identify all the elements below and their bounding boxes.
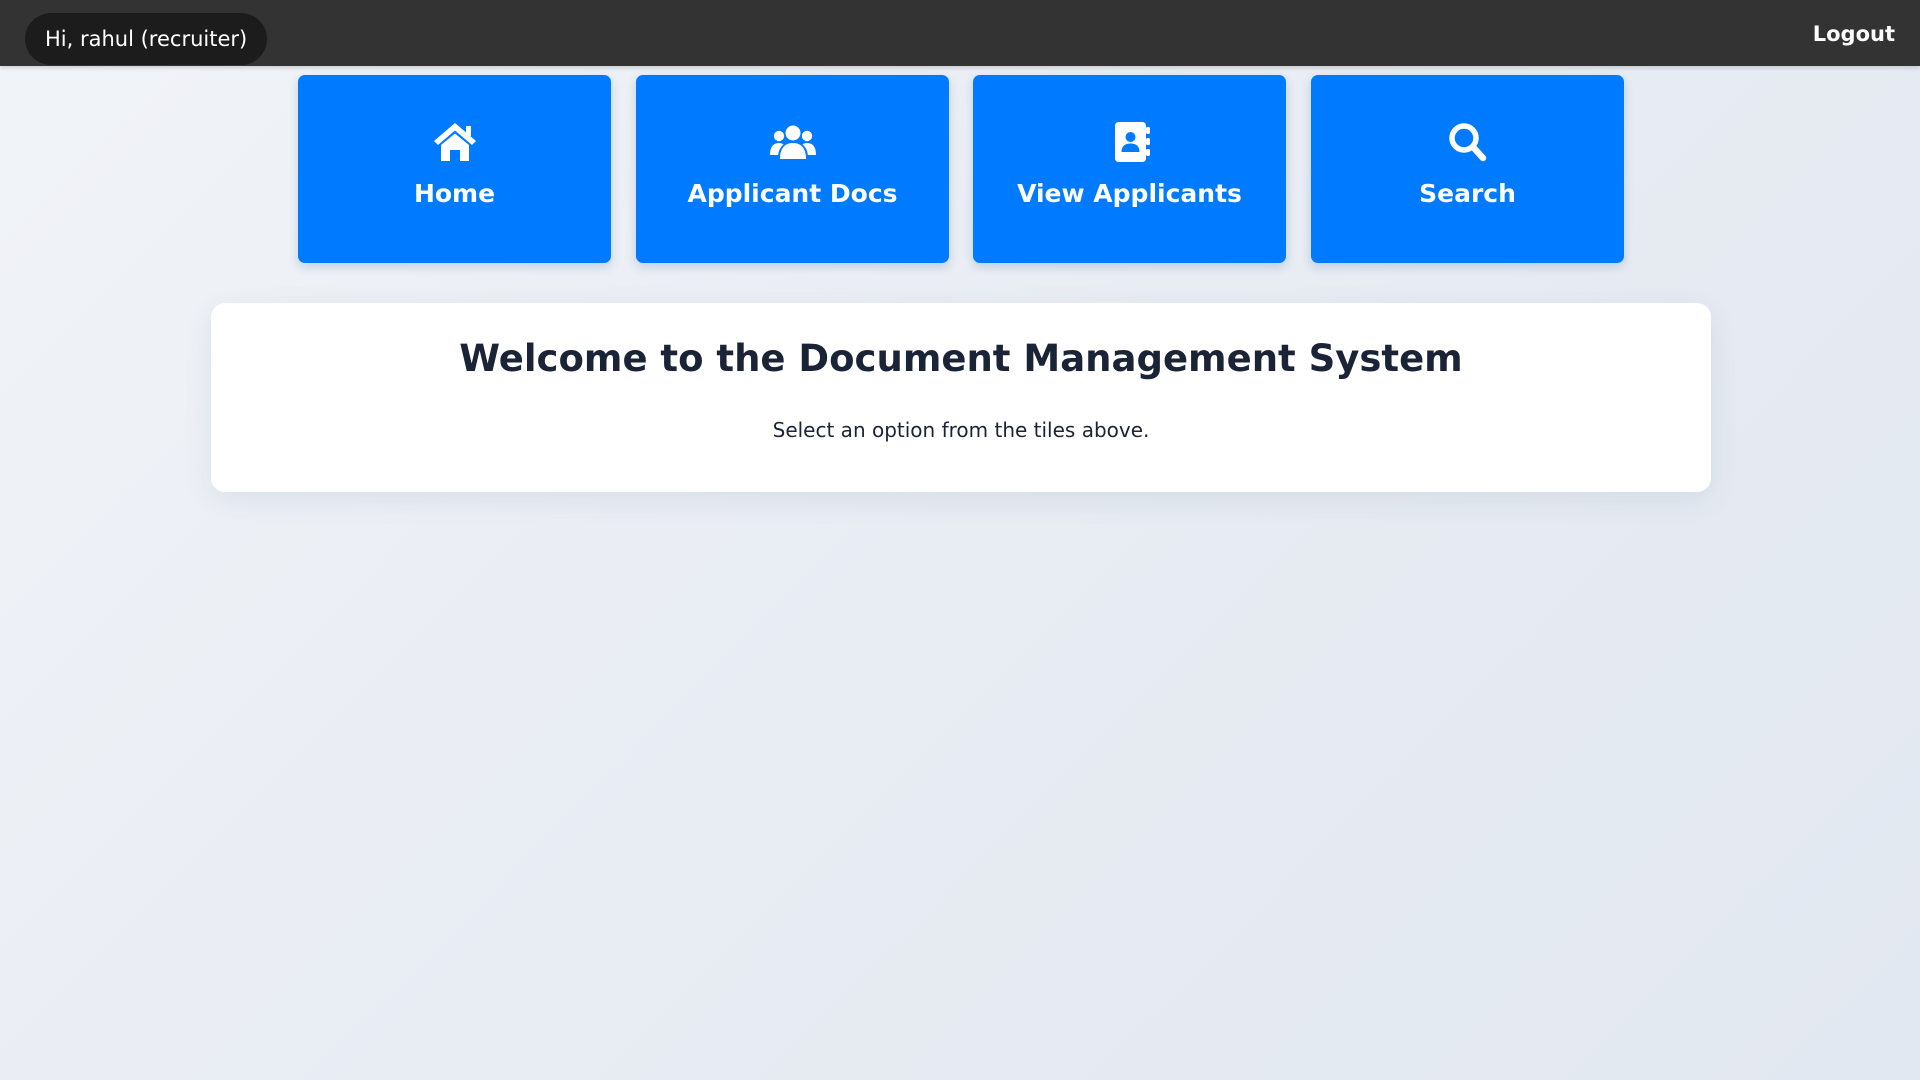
navigation-tiles: Home Applicant Docs View Applicants Sear…	[298, 75, 1624, 263]
welcome-subtitle: Select an option from the tiles above.	[772, 418, 1150, 442]
page-title: Welcome to the Document Management Syste…	[459, 337, 1463, 380]
tile-search-label: Search	[1419, 179, 1516, 208]
logout-link[interactable]: Logout	[1813, 18, 1895, 50]
tile-applicant-docs-label: Applicant Docs	[687, 179, 898, 208]
user-greeting: Hi, rahul (recruiter)	[25, 13, 268, 65]
tile-home[interactable]: Home	[298, 75, 611, 263]
tile-view-applicants-label: View Applicants	[1017, 179, 1242, 208]
tile-applicant-docs[interactable]: Applicant Docs	[636, 75, 949, 263]
tile-view-applicants[interactable]: View Applicants	[973, 75, 1286, 263]
home-icon	[432, 121, 478, 163]
users-icon	[769, 121, 816, 163]
address-book-icon	[1107, 121, 1153, 163]
top-navbar: Hi, rahul (recruiter) Logout	[0, 0, 1920, 66]
welcome-card: Welcome to the Document Management Syste…	[211, 303, 1711, 492]
search-icon	[1445, 121, 1491, 163]
tile-home-label: Home	[413, 179, 496, 208]
tile-search[interactable]: Search	[1311, 75, 1624, 263]
